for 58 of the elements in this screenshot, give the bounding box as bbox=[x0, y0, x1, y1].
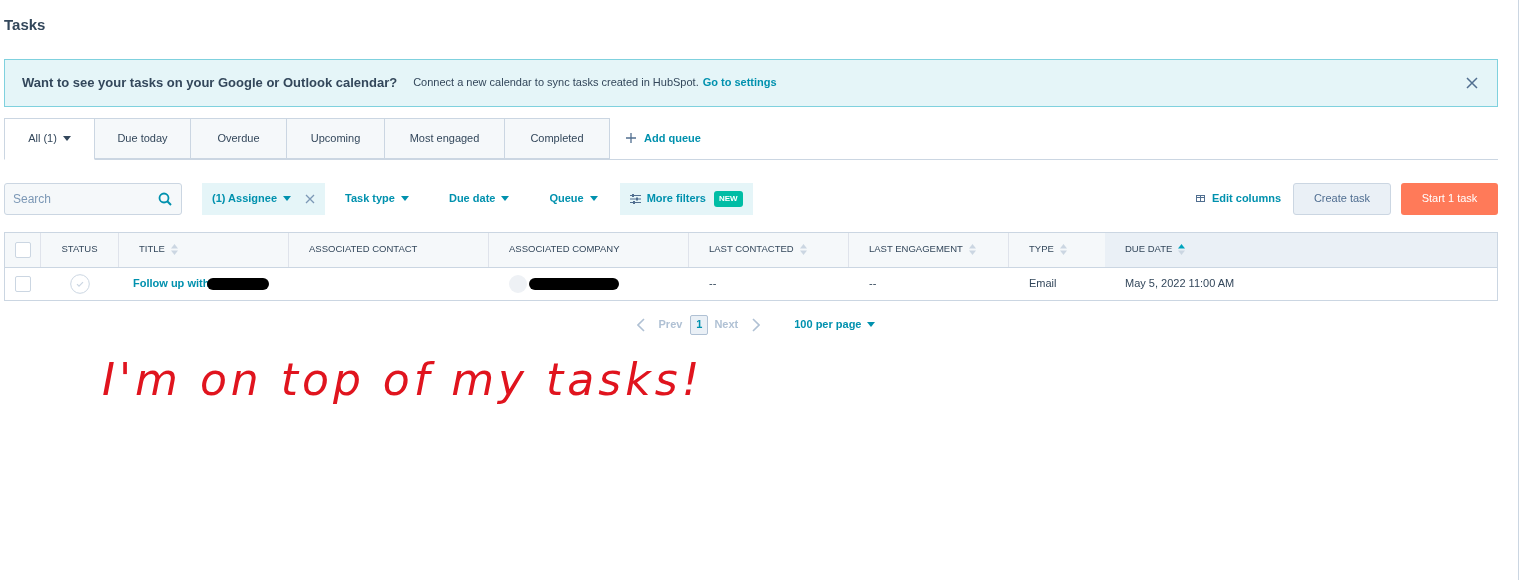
chevron-right-icon bbox=[752, 317, 761, 332]
sort-icon[interactable] bbox=[1178, 244, 1186, 255]
column-header: STATUS bbox=[41, 232, 119, 267]
settings-link[interactable]: Go to settings bbox=[702, 74, 777, 91]
handwritten-note: I'm on top of my tasks! bbox=[102, 352, 704, 407]
column-header: ASSOCIATED COMPANY bbox=[489, 232, 689, 267]
sort-icon[interactable] bbox=[799, 244, 807, 255]
banner-heading: Want to see your tasks on your Google or Outlook calendar? bbox=[22, 73, 398, 92]
close-icon[interactable] bbox=[1465, 75, 1479, 90]
tab[interactable]: Upcoming bbox=[287, 117, 385, 159]
filter-button[interactable]: Queue bbox=[529, 182, 618, 215]
column-header[interactable]: TYPE bbox=[1009, 232, 1105, 267]
complete-check-icon[interactable] bbox=[70, 273, 90, 294]
caret-icon bbox=[867, 322, 876, 327]
start-task-button[interactable]: Start 1 task bbox=[1401, 182, 1498, 215]
row-checkbox[interactable] bbox=[15, 275, 31, 292]
column-header[interactable]: LAST CONTACTED bbox=[689, 232, 849, 267]
caret-icon bbox=[501, 196, 510, 201]
column-header[interactable]: DUE DATE bbox=[1105, 232, 1497, 267]
redaction-mark bbox=[207, 277, 270, 290]
tab[interactable]: Most engaged bbox=[385, 117, 505, 159]
filter-button[interactable]: More filters NEW bbox=[619, 182, 753, 215]
search-field[interactable]: Search bbox=[4, 182, 182, 215]
per-page-dropdown[interactable]: 100 per page bbox=[794, 316, 876, 333]
plus-icon bbox=[626, 133, 636, 143]
due-date-cell: May 5, 2022 11:00 AM bbox=[1125, 277, 1235, 290]
tab[interactable]: All (1) bbox=[4, 117, 95, 160]
caret-icon bbox=[589, 196, 598, 201]
sort-icon[interactable] bbox=[1059, 244, 1067, 255]
columns-icon bbox=[1195, 195, 1205, 202]
column-header: ASSOCIATED CONTACT bbox=[289, 232, 489, 267]
sort-icon[interactable] bbox=[170, 244, 178, 255]
last-engagement-cell: -- bbox=[869, 277, 877, 290]
tab[interactable]: Overdue bbox=[191, 117, 287, 159]
filter-button[interactable]: Task type bbox=[325, 182, 429, 215]
select-all-checkbox[interactable] bbox=[14, 241, 31, 258]
edit-columns-button[interactable]: Edit columns bbox=[1195, 190, 1281, 207]
page-title: Tasks bbox=[4, 15, 46, 35]
column-header[interactable]: TITLE bbox=[119, 232, 289, 267]
create-task-button[interactable]: Create task bbox=[1293, 182, 1391, 215]
clear-icon[interactable] bbox=[305, 193, 315, 204]
sliders-icon bbox=[629, 193, 641, 204]
caret-icon bbox=[400, 196, 409, 201]
filter-button[interactable]: Due date bbox=[428, 182, 530, 215]
tab[interactable]: Due today bbox=[95, 117, 191, 159]
sort-icon[interactable] bbox=[968, 244, 976, 255]
page-number-button[interactable]: 1 bbox=[690, 314, 709, 335]
type-cell: Email bbox=[1029, 277, 1057, 290]
tab[interactable]: Completed bbox=[505, 117, 610, 159]
caret-icon bbox=[283, 196, 291, 201]
banner-text: Connect a new calendar to sync tasks created in HubSpot. bbox=[413, 75, 699, 91]
search-icon bbox=[158, 191, 172, 206]
column-header[interactable]: LAST ENGAGEMENT bbox=[849, 232, 1009, 267]
add-queue-button[interactable]: Add queue bbox=[626, 117, 701, 159]
last-contacted-cell: -- bbox=[709, 277, 717, 290]
filter-button[interactable]: (1) Assignee bbox=[202, 182, 325, 215]
chevron-left-icon bbox=[636, 317, 645, 332]
new-badge: NEW bbox=[713, 190, 743, 207]
